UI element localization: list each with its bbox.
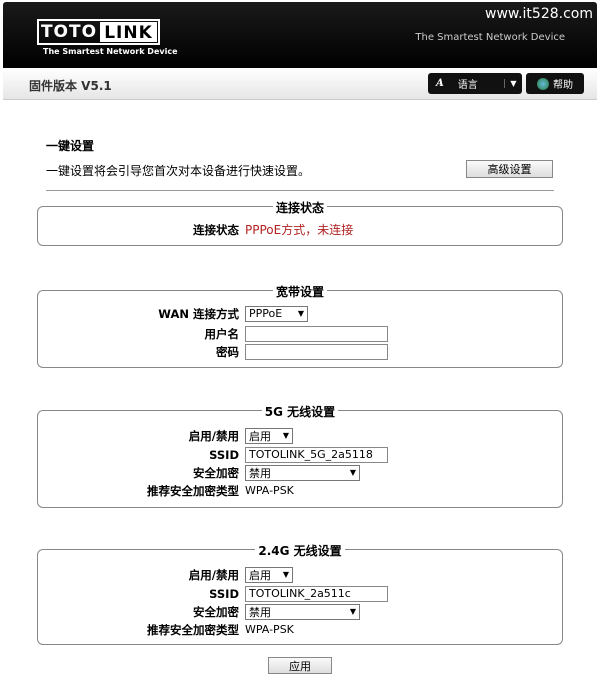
recommended-security-value: WPA-PSK (245, 623, 294, 636)
password-input[interactable] (245, 343, 388, 360)
help-label: 帮助 (553, 80, 573, 91)
chevron-down-icon: ▼ (349, 607, 356, 616)
chevron-down-icon[interactable]: ▼ (504, 79, 522, 88)
help-icon (537, 77, 549, 90)
logo-text-right: LINK (100, 22, 157, 43)
status-value: PPPoE方式，未连接 (245, 223, 354, 237)
enable-value: 启用 (249, 568, 271, 582)
recommended-security-label: 推荐安全加密类型 (147, 483, 239, 498)
enable-select[interactable]: 启用 ▼ (245, 566, 293, 583)
broadband-section: 宽带设置 WAN 连接方式 PPPoE ▼ 用户名 密码 (37, 285, 563, 368)
chevron-down-icon: ▼ (282, 570, 289, 579)
page-title: 一键设置 (46, 139, 95, 153)
totolink-logo: TOTO LINK (37, 19, 160, 45)
toolbar: 固件版本 V5.1 A 语言 ▼ 帮助 (3, 68, 597, 100)
language-label: 语言 (457, 80, 478, 91)
security-select[interactable]: 禁用 ▼ (245, 603, 360, 620)
wan-type-select[interactable]: PPPoE ▼ (245, 305, 308, 322)
chevron-down-icon: ▼ (297, 309, 304, 318)
ssid-label: SSID (209, 586, 239, 601)
ssid-input[interactable] (245, 585, 388, 602)
security-select[interactable]: 禁用 ▼ (245, 464, 360, 481)
chevron-down-icon: ▼ (282, 431, 289, 440)
status-label: 连接状态 (193, 222, 239, 237)
wan-label: WAN 连接方式 (158, 306, 239, 321)
apply-button[interactable]: 应用 (268, 657, 332, 674)
wifi-5g-section: 5G 无线设置 启用/禁用启用 ▼ SSID 安全加密禁用 ▼ 推荐安全加密类型 WP… (37, 405, 563, 508)
advanced-settings-button[interactable]: 高级设置 (466, 160, 553, 178)
language-icon: A (436, 78, 444, 89)
section-legend: 2.4G 无线设置 (255, 544, 345, 558)
enable-value: 启用 (249, 429, 271, 443)
enable-label: 启用/禁用 (188, 567, 239, 582)
logo-tagline: The Smartest Network Device (43, 47, 178, 56)
security-label: 安全加密 (193, 604, 239, 619)
password-label: 密码 (216, 344, 239, 359)
security-value: 禁用 (249, 466, 271, 480)
wifi-24g-section: 2.4G 无线设置 启用/禁用启用 ▼ SSID 安全加密禁用 ▼ 推荐安全加密类型… (37, 544, 563, 645)
ssid-label: SSID (209, 447, 239, 462)
section-legend: 连接状态 (272, 201, 327, 215)
divider (46, 190, 554, 191)
page-description: 一键设置将会引导您首次对本设备进行快速设置。 (46, 164, 311, 178)
section-legend: 宽带设置 (272, 285, 327, 299)
language-button[interactable]: A 语言 ▼ (428, 73, 522, 94)
enable-label: 启用/禁用 (188, 428, 239, 443)
recommended-security-value: WPA-PSK (245, 484, 294, 497)
username-input[interactable] (245, 325, 388, 342)
enable-select[interactable]: 启用 ▼ (245, 427, 293, 444)
username-label: 用户名 (204, 326, 240, 341)
security-label: 安全加密 (193, 465, 239, 480)
section-legend: 5G 无线设置 (261, 405, 339, 419)
watermark: www.it528.com (485, 6, 593, 22)
wan-value: PPPoE (249, 307, 283, 320)
header-tagline: The Smartest Network Device (415, 32, 565, 43)
security-value: 禁用 (249, 605, 271, 619)
chevron-down-icon: ▼ (349, 468, 356, 477)
ssid-input[interactable] (245, 446, 388, 463)
recommended-security-label: 推荐安全加密类型 (147, 622, 239, 637)
header: TOTO LINK The Smartest Network Device www… (3, 2, 597, 68)
connection-status-section: 连接状态 连接状态 PPPoE方式，未连接 (37, 201, 563, 246)
help-button[interactable]: 帮助 (526, 73, 584, 94)
logo-text-left: TOTO (40, 22, 98, 42)
firmware-version: 固件版本 V5.1 (29, 79, 112, 93)
